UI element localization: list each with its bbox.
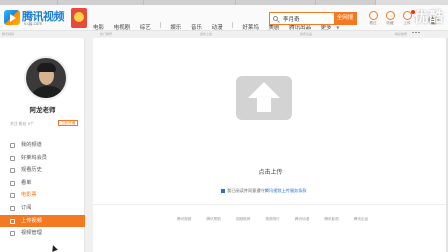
footer-link[interactable]: 视频推荐 — [236, 217, 250, 222]
nav-item-hollywood[interactable]: 好莱坞 — [242, 23, 259, 31]
ticker-item[interactable]: 腾讯视频 — [2, 32, 14, 36]
agreement-row: 我已阅读并同意遵守腾讯视频上传服务条款 — [221, 188, 307, 194]
watermark-logo: 优酷 — [414, 10, 444, 26]
vip-icon — [10, 155, 15, 161]
ticker-item[interactable]: 独家出品 — [300, 32, 312, 36]
ticket-icon — [10, 193, 15, 199]
brand-domain: v.qq.com — [24, 21, 43, 26]
search-box: 李月奇 全网搜 — [269, 12, 357, 25]
list-icon — [10, 180, 15, 186]
heart-icon — [385, 11, 395, 20]
footer-link[interactable]: 腾讯出品 — [354, 217, 368, 222]
open-membership-button[interactable]: 立即开通 — [58, 120, 78, 126]
history-icon — [10, 168, 15, 174]
sidebar: 阿龙老师 关注 粉丝 0个 立即开通 我的频道 好莱坞会员 观看历史 看单 电影… — [0, 38, 85, 252]
terms-link[interactable]: 腾讯视频上传服务条款 — [265, 188, 307, 193]
profile-avatar[interactable] — [24, 56, 68, 100]
sidebar-menu: 我的频道 好莱坞会员 观看历史 看单 电影票 订阅 上传视频 视频管理 — [0, 139, 85, 240]
agreement-text: 我已阅读并同意遵守 — [227, 188, 265, 193]
upload-arrow-icon[interactable] — [236, 76, 292, 120]
mouse-cursor-icon — [50, 244, 58, 252]
clock-icon — [368, 11, 378, 20]
play-logo-icon — [4, 10, 20, 25]
search-input[interactable]: 李月奇 — [283, 15, 300, 23]
nav-item-ent[interactable]: 娱乐 — [170, 23, 181, 31]
sidebar-item-vip[interactable]: 好莱坞会员 — [0, 152, 85, 165]
upload-panel: 点击上传 我已阅读并同意遵守腾讯视频上传服务条款 腾讯视频 腾讯帮助 视频推荐 … — [93, 38, 448, 252]
footer-link[interactable]: 腾讯帮助 — [206, 217, 220, 222]
footer-links: 腾讯视频 腾讯帮助 视频推荐 视频排行 腾讯动漫 腾讯影视 腾讯出品 — [177, 205, 378, 224]
site-logo[interactable]: 腾讯视频 v.qq.com — [4, 8, 66, 28]
chevron-down-icon: ▼ — [336, 25, 340, 30]
sidebar-item-channel[interactable]: 我的频道 — [0, 139, 85, 152]
nav-item-movie[interactable]: 电影 — [93, 23, 104, 31]
star-icon — [10, 205, 15, 211]
footer-link[interactable]: 视频排行 — [265, 217, 279, 222]
sidebar-item-history[interactable]: 观看历史 — [0, 164, 85, 177]
nav-item-music[interactable]: 音乐 — [191, 23, 202, 31]
sidebar-item-tickets[interactable]: 电影票 — [0, 189, 85, 202]
footer-link[interactable]: 腾讯视频 — [177, 217, 191, 222]
nav-item-anime[interactable]: 动漫 — [212, 23, 223, 31]
ticker-item[interactable]: 最新上线 — [200, 32, 212, 36]
search-button[interactable]: 全网搜 — [334, 13, 356, 24]
manage-icon — [10, 231, 15, 237]
sidebar-item-manage[interactable]: 视频管理 — [0, 227, 85, 240]
ticker-item[interactable]: 热门推荐 — [100, 32, 112, 36]
agreement-checkbox[interactable] — [221, 189, 225, 193]
profile-meta: 关注 粉丝 0个 — [10, 121, 34, 126]
channel-icon — [10, 143, 15, 148]
footer-link[interactable]: 腾讯动漫 — [295, 217, 309, 222]
nav-divider — [232, 21, 234, 28]
footer-link[interactable]: 腾讯影视 — [324, 217, 338, 222]
upload-icon — [10, 218, 15, 224]
sidebar-item-watchlist[interactable]: 看单 — [0, 177, 85, 190]
ticker-item[interactable]: 精彩推荐 — [395, 32, 407, 36]
upload-label[interactable]: 点击上传 — [93, 167, 448, 176]
nav-item-tv[interactable]: 电视剧 — [114, 23, 131, 31]
nav-divider — [160, 21, 162, 28]
profile-name: 阿龙老师 — [29, 106, 56, 114]
sidebar-item-subscribe[interactable]: 订阅 — [0, 202, 85, 215]
ticker-bar: 腾讯视频 热门推荐 最新上线 独家出品 精彩推荐 — [0, 32, 448, 37]
sidebar-item-upload[interactable]: 上传视频 — [0, 214, 85, 228]
nav-item-variety[interactable]: 综艺 — [140, 23, 151, 31]
search-icon — [273, 16, 278, 21]
promo-icon[interactable] — [71, 8, 87, 28]
upload-dropzone[interactable]: 点击上传 — [93, 38, 448, 198]
site-header: 腾讯视频 v.qq.com 电影 电视剧 综艺 娱乐 音乐 动漫 好莱坞 美剧 … — [0, 5, 448, 33]
